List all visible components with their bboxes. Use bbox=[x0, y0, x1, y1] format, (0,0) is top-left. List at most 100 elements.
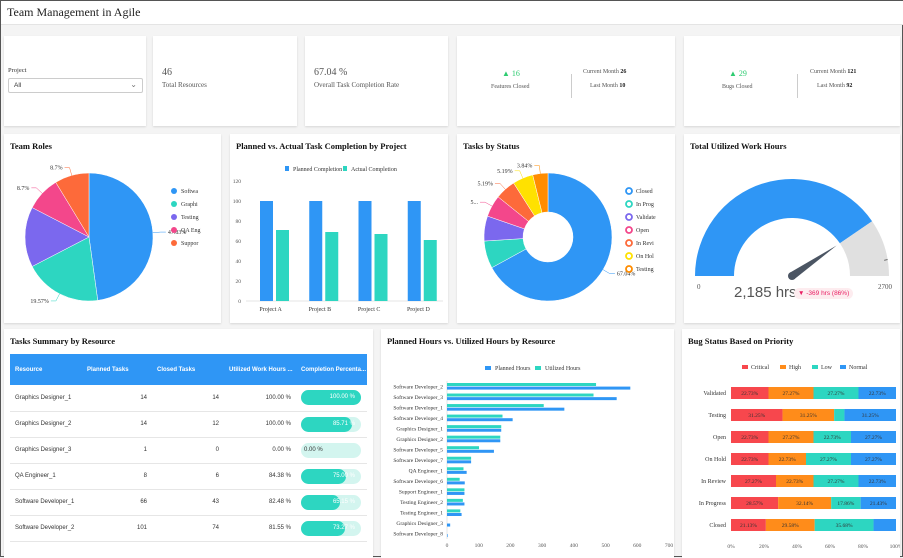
bar-utilized-hours bbox=[447, 509, 461, 513]
tasks-summary-card: Tasks Summary by Resource Resource Plann… bbox=[4, 329, 373, 558]
legend-marker-icon bbox=[485, 366, 491, 370]
bar-utilized-hours bbox=[447, 488, 465, 492]
bar-planned-completion bbox=[358, 201, 372, 301]
table-row[interactable]: Graphics Designer_3 1 0 0.00 % 0.00 % bbox=[10, 437, 367, 464]
data-label: 27.27% bbox=[820, 457, 837, 463]
legend-label: Graphi bbox=[181, 202, 198, 208]
bar-utilized-hours bbox=[447, 477, 460, 481]
legend-marker-icon bbox=[171, 201, 177, 207]
y-tick-label: Validated bbox=[703, 391, 726, 397]
x-tick-label: 60% bbox=[825, 544, 836, 550]
data-label: 22.73% bbox=[824, 435, 841, 441]
bar-utilized-hours bbox=[447, 425, 502, 429]
data-label: 22.73% bbox=[741, 457, 758, 463]
data-label: 3.84% bbox=[517, 164, 533, 170]
x-tick-label: Project A bbox=[259, 307, 282, 313]
legend-label: Testing bbox=[181, 215, 199, 221]
bar-utilized-hours bbox=[447, 383, 597, 386]
bar-utilized-hours bbox=[447, 467, 464, 471]
cell-utilized: 0.00 % bbox=[224, 437, 296, 464]
table-row[interactable]: QA Engineer_1 8 6 84.38 % 75.00 % bbox=[10, 463, 367, 490]
label-connector bbox=[602, 269, 615, 274]
y-tick-label: Software Developer_3 bbox=[393, 394, 443, 401]
bugs-delta: ▲ 29 bbox=[729, 69, 747, 78]
data-label: 27.27% bbox=[828, 479, 845, 485]
data-label: 31.25% bbox=[800, 413, 817, 419]
legend-label: Testing bbox=[636, 267, 654, 273]
divider bbox=[571, 74, 572, 98]
hours-by-resource-card: Planned Hours vs. Utilized Hours by Reso… bbox=[381, 329, 674, 558]
project-select[interactable]: All ⌄ bbox=[8, 78, 143, 93]
table-row[interactable]: Software Developer_1 66 43 82.48 % 65.15 % bbox=[10, 489, 367, 516]
col-completion[interactable]: Completion Percenta... bbox=[296, 354, 367, 385]
legend-marker-icon bbox=[625, 213, 633, 221]
x-tick-label: 20% bbox=[759, 544, 770, 550]
y-tick-label: Open bbox=[713, 435, 726, 441]
y-tick-label: Support Engineer_1 bbox=[399, 490, 443, 496]
data-label: 27.27% bbox=[828, 391, 845, 397]
data-label: 27.27% bbox=[783, 435, 800, 441]
data-label: 27.27% bbox=[865, 457, 882, 463]
label-connector bbox=[50, 293, 60, 302]
data-label: 8.7% bbox=[50, 166, 63, 172]
col-closed[interactable]: Closed Tasks bbox=[152, 354, 224, 385]
gauge-delta: ▼ -369 hrs (86%) bbox=[794, 288, 854, 299]
legend-marker-icon bbox=[625, 187, 633, 195]
table-row[interactable]: Software Developer_2 101 74 81.55 % 73.27 % bbox=[10, 515, 367, 542]
col-resource[interactable]: Resource bbox=[10, 354, 82, 385]
legend-label: High bbox=[789, 365, 801, 371]
bar-actual-completion bbox=[325, 232, 339, 301]
completion-progress-bar: 75.00 % bbox=[301, 468, 361, 484]
gauge-needle bbox=[789, 245, 837, 280]
col-utilized[interactable]: Utilized Work Hours ... bbox=[224, 354, 296, 385]
tasks-summary-title: Tasks Summary by Resource bbox=[10, 336, 116, 346]
col-planned[interactable]: Planned Tasks bbox=[82, 354, 152, 385]
x-tick-label: 300 bbox=[538, 543, 547, 549]
completion-rate-label: Overall Task Completion Rate bbox=[314, 81, 400, 89]
data-label: 22.73% bbox=[779, 457, 796, 463]
cell-completion: 73.27 % bbox=[296, 515, 367, 542]
legend-label: Closed bbox=[636, 189, 653, 195]
data-label: 5.19% bbox=[497, 169, 513, 175]
gauge-max-label: 2700 bbox=[878, 283, 893, 291]
x-tick-label: 500 bbox=[601, 543, 610, 549]
bug-priority-chart: 0% 20% 40% 60% 80% 100% Validated 22.73% 27.27% 2… bbox=[699, 365, 900, 550]
bar-segment-normal bbox=[873, 519, 896, 531]
pie-slice bbox=[88, 172, 154, 301]
data-label: 22.73% bbox=[741, 435, 758, 441]
completion-value: 73.27 % bbox=[332, 524, 355, 531]
completion-value: 85.71 % bbox=[332, 420, 355, 427]
bar-planned-hours bbox=[447, 386, 631, 390]
y-tick-label: 40 bbox=[236, 259, 242, 265]
data-label: 21.43% bbox=[870, 501, 887, 507]
bar-utilized-hours bbox=[447, 404, 544, 408]
y-tick-label: Graphics Designer_3 bbox=[396, 521, 443, 527]
bar-utilized-hours bbox=[447, 446, 480, 450]
x-tick-label: 700 bbox=[665, 543, 674, 549]
bar-planned-hours bbox=[447, 491, 465, 495]
legend-marker-icon bbox=[625, 239, 633, 247]
label-connector bbox=[514, 170, 524, 179]
legend-marker-icon bbox=[171, 214, 177, 220]
legend-marker-icon bbox=[780, 365, 786, 369]
legend-label: Softwa bbox=[181, 188, 198, 195]
cell-closed: 14 bbox=[152, 385, 224, 412]
x-tick-label: 40% bbox=[792, 544, 803, 550]
x-tick-label: Project D bbox=[407, 307, 430, 313]
y-tick-label: On Hold bbox=[705, 457, 726, 463]
legend-marker-icon bbox=[625, 252, 633, 260]
tasks-summary-table: Resource Planned Tasks Closed Tasks Util… bbox=[10, 354, 367, 542]
data-label: 31.25% bbox=[862, 413, 879, 419]
legend-label: Low bbox=[821, 365, 833, 371]
y-tick-label: Graphics Designer_1 bbox=[396, 426, 443, 432]
cell-resource: Software Developer_1 bbox=[10, 489, 82, 516]
features-last: Last Month 10 bbox=[590, 83, 626, 89]
cell-planned: 14 bbox=[82, 411, 152, 438]
table-row[interactable]: Graphics Designer_2 14 12 100.00 % 85.71 % bbox=[10, 411, 367, 438]
y-tick-label: Software Developer_1 bbox=[393, 404, 443, 411]
bar-planned-hours bbox=[447, 470, 467, 474]
bar-utilized-hours bbox=[447, 414, 503, 418]
cell-resource: Graphics Designer_2 bbox=[10, 411, 82, 438]
data-label: 31.25% bbox=[748, 413, 765, 419]
table-row[interactable]: Graphics Designer_1 14 14 100.00 % 100.00 % bbox=[10, 385, 367, 412]
